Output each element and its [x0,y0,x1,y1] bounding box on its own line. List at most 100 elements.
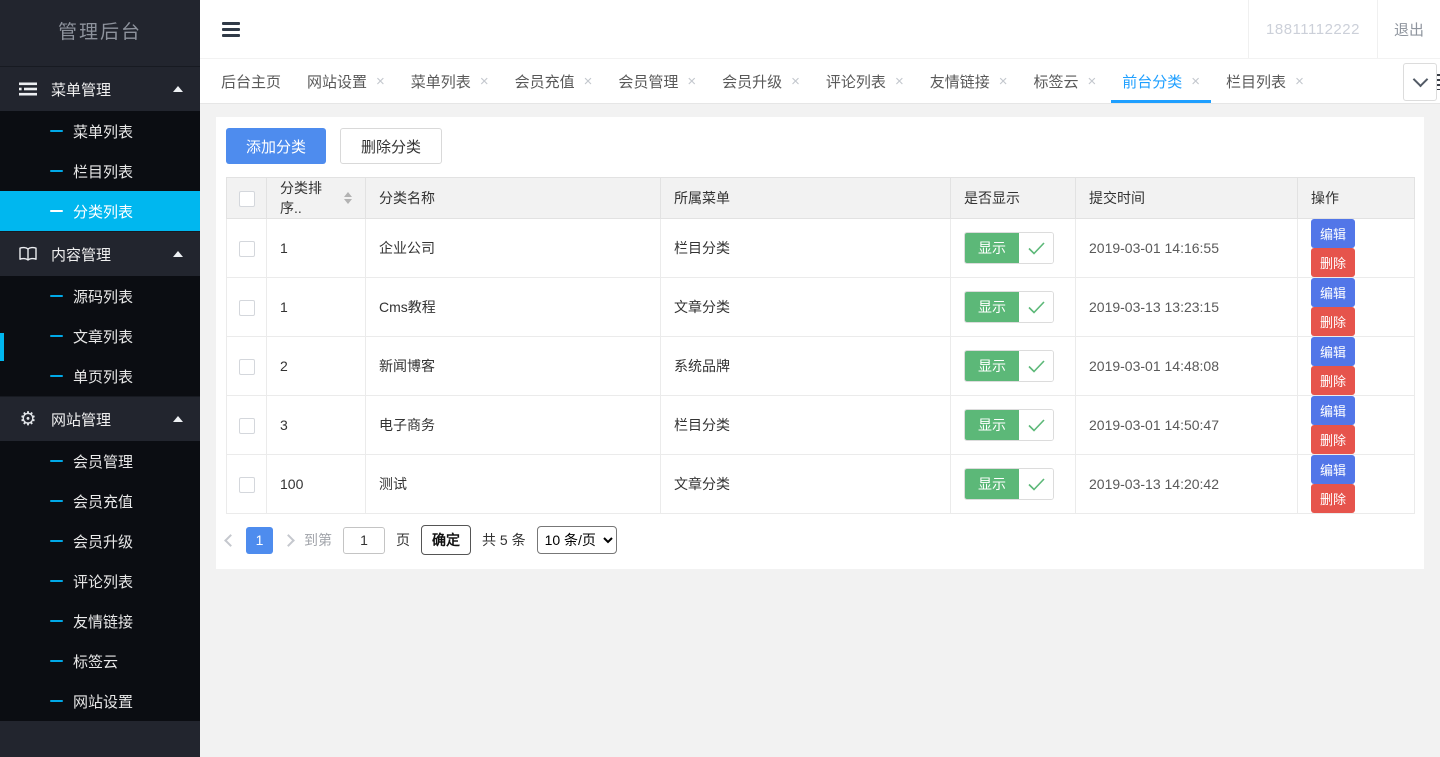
sidebar-item-menu-list[interactable]: 菜单列表 [0,111,200,151]
tab-menu-list[interactable]: 菜单列表× [398,59,502,103]
gear-icon: ⚙ [18,410,38,429]
sidebar-item-friend-links[interactable]: 友情链接 [0,601,200,641]
row-checkbox[interactable] [239,300,255,316]
collapse-arrow-icon [173,86,183,92]
confirm-page-button[interactable]: 确定 [421,525,471,555]
pagination: 1 到第 页 确定 共 5 条 10 条/页 [216,514,1424,567]
visibility-toggle[interactable]: 显示 [964,232,1054,264]
per-page-select[interactable]: 10 条/页 [537,526,617,554]
add-category-button[interactable]: 添加分类 [226,128,326,164]
tab-close-icon[interactable]: × [480,74,489,89]
tab-friend-links[interactable]: 友情链接× [917,59,1021,103]
check-icon [1019,233,1053,263]
logout-button[interactable]: 退出 [1378,0,1440,58]
dash-icon [50,295,63,297]
visibility-label: 显示 [965,292,1019,322]
tab-close-icon[interactable]: × [1295,74,1304,89]
delete-button[interactable]: 删除 [1311,248,1355,277]
delete-category-button[interactable]: 删除分类 [340,128,442,164]
prev-page-icon[interactable] [224,534,237,547]
cell-name: 电子商务 [366,396,661,455]
tab-column-list[interactable]: 栏目列表× [1213,59,1317,103]
next-page-icon[interactable] [282,534,295,547]
tab-home[interactable]: 后台主页 [208,59,294,103]
hamburger-menu-icon[interactable] [222,19,240,40]
page-number-input[interactable] [343,527,385,554]
sidebar-item-article-list[interactable]: 文章列表 [0,316,200,356]
current-page-button[interactable]: 1 [246,527,273,554]
delete-button[interactable]: 删除 [1311,484,1355,513]
sidebar-item-site-settings[interactable]: 网站设置 [0,681,200,721]
tab-close-icon[interactable]: × [687,74,696,89]
sidebar-item-comment-list[interactable]: 评论列表 [0,561,200,601]
tab-member-upgrade[interactable]: 会员升级× [709,59,813,103]
header-name: 分类名称 [366,178,661,219]
sidebar-group-site-management[interactable]: ⚙ 网站管理 [0,396,200,441]
header-menu: 所属菜单 [661,178,951,219]
menu-icon [18,81,38,97]
visibility-label: 显示 [965,351,1019,381]
main-area: 18811112222 退出 后台主页 网站设置× 菜单列表× 会员充值× 会员… [200,0,1440,757]
sidebar-item-column-list[interactable]: 栏目列表 [0,151,200,191]
tab-close-icon[interactable]: × [999,74,1008,89]
sidebar-item-member-manage[interactable]: 会员管理 [0,441,200,481]
visibility-toggle[interactable]: 显示 [964,350,1054,382]
sidebar-item-page-list[interactable]: 单页列表 [0,356,200,396]
submenu-content-management: 源码列表 文章列表 单页列表 [0,276,200,396]
delete-button[interactable]: 删除 [1311,425,1355,454]
sidebar-item-source-list[interactable]: 源码列表 [0,276,200,316]
sidebar-group-menu-management[interactable]: 菜单管理 [0,66,200,111]
edit-button[interactable]: 编辑 [1311,455,1355,484]
table-row: 1 Cms教程 文章分类 显示 2019-03-13 13:23:15 编辑 删… [227,278,1415,337]
cell-order: 3 [267,396,366,455]
tab-close-icon[interactable]: × [376,74,385,89]
tab-close-icon[interactable]: × [895,74,904,89]
cell-name: 新闻博客 [366,337,661,396]
edit-button[interactable]: 编辑 [1311,396,1355,425]
tab-overflow-dropdown-button[interactable] [1403,63,1437,101]
tab-member-recharge[interactable]: 会员充值× [502,59,606,103]
visibility-toggle[interactable]: 显示 [964,409,1054,441]
sidebar-scrollbar-thumb[interactable] [0,333,4,361]
tab-front-category[interactable]: 前台分类× [1109,59,1213,103]
tab-close-icon[interactable]: × [1088,74,1097,89]
delete-button[interactable]: 删除 [1311,307,1355,336]
table-row: 1 企业公司 栏目分类 显示 2019-03-01 14:16:55 编辑 删除 [227,219,1415,278]
row-checkbox[interactable] [239,359,255,375]
sidebar-item-tag-cloud[interactable]: 标签云 [0,641,200,681]
edit-button[interactable]: 编辑 [1311,278,1355,307]
tab-close-icon[interactable]: × [1191,74,1200,89]
delete-button[interactable]: 删除 [1311,366,1355,395]
sidebar-group-content-management[interactable]: 内容管理 [0,231,200,276]
tab-close-icon[interactable]: × [791,74,800,89]
row-checkbox[interactable] [239,418,255,434]
cell-order: 100 [267,455,366,514]
tab-comment-list[interactable]: 评论列表× [813,59,917,103]
cell-time: 2019-03-13 14:20:42 [1076,455,1298,514]
row-checkbox[interactable] [239,241,255,257]
tab-site-settings[interactable]: 网站设置× [294,59,398,103]
header-order[interactable]: 分类排序.. [267,178,366,219]
dash-icon [50,540,63,542]
tab-tag-cloud[interactable]: 标签云× [1020,59,1109,103]
user-phone[interactable]: 18811112222 [1248,0,1378,58]
cell-order: 1 [267,219,366,278]
cell-menu: 栏目分类 [661,396,951,455]
sidebar-group-label: 网站管理 [51,409,111,430]
visibility-toggle[interactable]: 显示 [964,468,1054,500]
sidebar-item-member-upgrade[interactable]: 会员升级 [0,521,200,561]
sort-icon[interactable] [344,192,352,204]
topbar-right: 18811112222 退出 [1248,0,1440,58]
visibility-toggle[interactable]: 显示 [964,291,1054,323]
row-checkbox[interactable] [239,477,255,493]
select-all-checkbox[interactable] [239,191,255,207]
sidebar-item-member-recharge[interactable]: 会员充值 [0,481,200,521]
dash-icon [50,460,63,462]
edit-button[interactable]: 编辑 [1311,337,1355,366]
edit-button[interactable]: 编辑 [1311,219,1355,248]
sidebar-item-category-list[interactable]: 分类列表 [0,191,200,231]
tab-member-manage[interactable]: 会员管理× [605,59,709,103]
cell-time: 2019-03-01 14:48:08 [1076,337,1298,396]
tab-close-icon[interactable]: × [584,74,593,89]
dash-icon [50,660,63,662]
